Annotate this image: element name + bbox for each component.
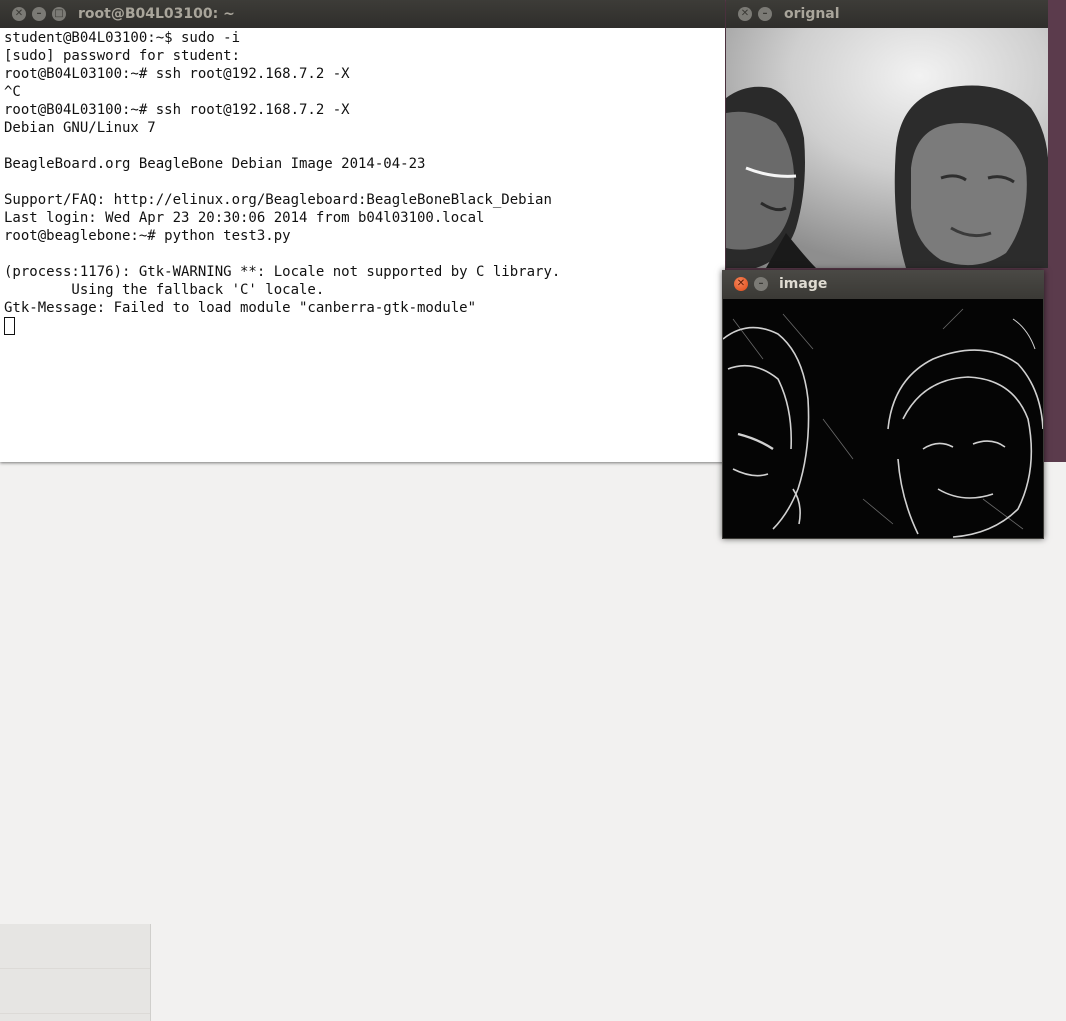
image-titlebar[interactable]: ✕ – image <box>722 270 1044 298</box>
minimize-icon[interactable]: – <box>754 277 768 291</box>
original-window[interactable]: ✕ – orignal <box>726 0 1048 268</box>
edge-image <box>723 299 1043 538</box>
close-icon[interactable]: ✕ <box>12 7 26 21</box>
terminal-line: [sudo] password for student: <box>4 48 241 64</box>
terminal-line: root@B04L03100:~# ssh root@192.168.7.2 -… <box>4 102 350 118</box>
terminal-line: Gtk-Message: Failed to load module "canb… <box>4 300 477 316</box>
image-window-title: image <box>779 276 828 292</box>
original-window-title: orignal <box>784 6 840 22</box>
original-titlebar[interactable]: ✕ – orignal <box>726 0 1048 28</box>
minimize-icon[interactable]: – <box>758 7 772 21</box>
terminal-line: Last login: Wed Apr 23 20:30:06 2014 fro… <box>4 210 485 226</box>
terminal-window[interactable]: ✕ – □ root@B04L03100: ~ student@B04L0310… <box>0 0 725 462</box>
terminal-line: (process:1176): Gtk-WARNING **: Locale n… <box>4 264 561 280</box>
minimize-icon[interactable]: – <box>32 7 46 21</box>
camera-frame-grayscale <box>726 28 1048 268</box>
terminal-titlebar[interactable]: ✕ – □ root@B04L03100: ~ <box>0 0 725 28</box>
maximize-icon[interactable]: □ <box>52 7 66 21</box>
terminal-cursor <box>4 317 15 335</box>
terminal-line: Support/FAQ: http://elinux.org/Beagleboa… <box>4 192 552 208</box>
terminal-output[interactable]: student@B04L03100:~$ sudo -i [sudo] passw… <box>4 29 725 462</box>
background-sidebar-row <box>0 969 150 1014</box>
terminal-line: Using the fallback 'C' locale. <box>4 282 325 298</box>
terminal-line: student@B04L03100:~$ sudo -i <box>4 30 241 46</box>
image-window[interactable]: ✕ – image <box>722 270 1044 539</box>
terminal-line: root@beaglebone:~# python test3.py <box>4 228 291 244</box>
close-icon[interactable]: ✕ <box>734 277 748 291</box>
edge-detection-frame <box>723 299 1043 538</box>
terminal-line: Debian GNU/Linux 7 <box>4 120 156 136</box>
close-icon[interactable]: ✕ <box>738 7 752 21</box>
camera-image <box>726 28 1048 268</box>
terminal-prompt-line[interactable] <box>4 317 725 335</box>
terminal-line: root@B04L03100:~# ssh root@192.168.7.2 -… <box>4 66 350 82</box>
terminal-line: BeagleBoard.org BeagleBone Debian Image … <box>4 156 426 172</box>
terminal-title: root@B04L03100: ~ <box>78 6 235 22</box>
background-sidebar <box>0 924 151 1021</box>
background-sidebar-row <box>0 924 150 969</box>
terminal-line: ^C <box>4 84 21 100</box>
